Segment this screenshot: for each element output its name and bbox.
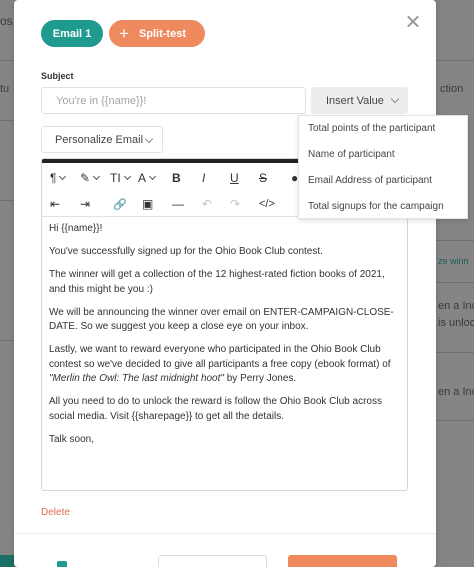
close-icon[interactable] [405,14,421,30]
horizontal-line-button[interactable]: — [172,195,184,213]
bg-divider [434,420,474,421]
redo-button[interactable]: ↷ [230,195,240,213]
tab-email-1-label: Email 1 [52,27,92,40]
bg-green-button [0,555,14,567]
book-title: "Merlin the Owl: The last midnight hoot" [49,373,224,384]
bg-text-os: os [0,14,13,28]
undo-icon: ↶ [202,197,213,211]
email-editor-modal: Email 1 + Split-test Subject Insert Valu… [14,0,436,567]
indent-button[interactable]: ⇥ [80,195,90,213]
bg-text-ction: ction [440,83,464,95]
bg-text-unlock: is unloc [438,317,474,329]
underline-button[interactable]: U [230,169,239,187]
menu-item-participant-name[interactable]: Name of participant [308,149,395,160]
body-paragraph: Lastly, we want to reward everyone who p… [49,343,404,387]
save-button[interactable] [288,555,397,567]
outdent-icon: ⇤ [50,197,61,211]
author-text: by Perry Jones. [223,373,297,384]
plus-icon: + [119,24,129,43]
menu-item-total-points[interactable]: Total points of the participant [308,123,435,134]
insert-value-menu: Total points of the participant Name of … [298,115,468,219]
chevron-down-icon [59,172,67,181]
redo-icon: ↷ [230,197,241,211]
bg-divider [0,200,14,201]
chevron-down-icon [148,172,157,181]
chevron-down-icon [144,134,154,144]
delete-button[interactable]: Delete [41,507,70,518]
cancel-button[interactable] [158,555,267,567]
menu-item-total-signups[interactable]: Total signups for the campaign [308,201,444,212]
strikethrough-button[interactable]: S [259,169,267,187]
split-test-label: Split-test [138,27,186,40]
chevron-down-icon [390,94,400,104]
font-size-button[interactable]: TI [110,169,131,187]
reward-text: Lastly, we want to reward everyone who p… [49,344,391,370]
chevron-down-icon [123,172,131,181]
text-size-icon: TI [110,171,121,185]
bg-text-winner: ze winn [438,256,469,266]
outdent-button[interactable]: ⇤ [50,195,60,213]
code-icon: </> [259,198,275,210]
bg-divider [434,282,474,283]
body-paragraph: All you need to do to unlock the reward … [49,396,382,422]
bg-text-incentive-1: en a Inc [438,300,474,312]
footer-divider [14,533,436,534]
personalize-email-dropdown[interactable]: Personalize Email [41,126,163,153]
bg-text-incentive-2: en a Ince [438,386,474,398]
body-paragraph: You've successfully signed up for the Oh… [49,246,323,257]
subject-label: Subject [41,71,74,81]
menu-item-participant-email[interactable]: Email Address of participant [308,175,432,186]
undo-button[interactable]: ↶ [202,195,212,213]
bg-divider [434,240,474,241]
magic-wand-icon: ✎ [80,171,91,185]
body-paragraph: We will be announcing the winner over em… [49,306,394,333]
insert-value-label: Insert Value [326,94,384,107]
code-view-button[interactable]: </> [259,195,275,213]
greeting-line: Hi {{name}}! [49,223,103,234]
indent-icon: ⇥ [80,197,91,211]
paragraph-format-button[interactable]: ¶ [50,169,67,187]
paragraph-style-button[interactable]: ✎ [80,169,101,187]
font-icon: A [138,171,147,185]
paragraph-icon: ¶ [50,171,57,185]
subject-input[interactable] [41,87,306,114]
link-icon: 🔗 [113,198,127,211]
footer-icon [57,561,67,567]
bg-text-tu: tu [0,83,10,95]
italic-button[interactable]: I [202,169,205,187]
bg-divider [0,340,14,341]
font-family-button[interactable]: A [138,169,157,187]
closing-line: Talk soon, [49,433,95,445]
bold-icon: B [172,171,181,185]
split-test-button[interactable]: + Split-test [109,20,205,47]
body-paragraph: The winner will get a collection of the … [49,269,385,295]
insert-link-button[interactable]: 🔗 [113,195,127,213]
image-icon: ▣ [142,197,154,211]
chevron-down-icon [93,172,101,181]
bg-divider [434,60,474,61]
bg-divider [434,352,474,353]
insert-image-button[interactable]: ▣ [142,195,153,213]
bold-button[interactable]: B [172,169,181,187]
tab-email-1[interactable]: Email 1 [41,20,103,47]
personalize-email-label: Personalize Email [55,133,144,146]
bg-divider [0,60,14,61]
strikethrough-icon: S [259,171,268,185]
horizontal-line-icon: — [172,197,184,211]
italic-icon: I [202,171,206,185]
underline-icon: U [230,171,239,185]
insert-value-dropdown[interactable]: Insert Value [311,87,408,114]
bg-divider [0,120,14,121]
email-body[interactable]: Hi {{name}}! You've successfully signed … [49,222,404,456]
